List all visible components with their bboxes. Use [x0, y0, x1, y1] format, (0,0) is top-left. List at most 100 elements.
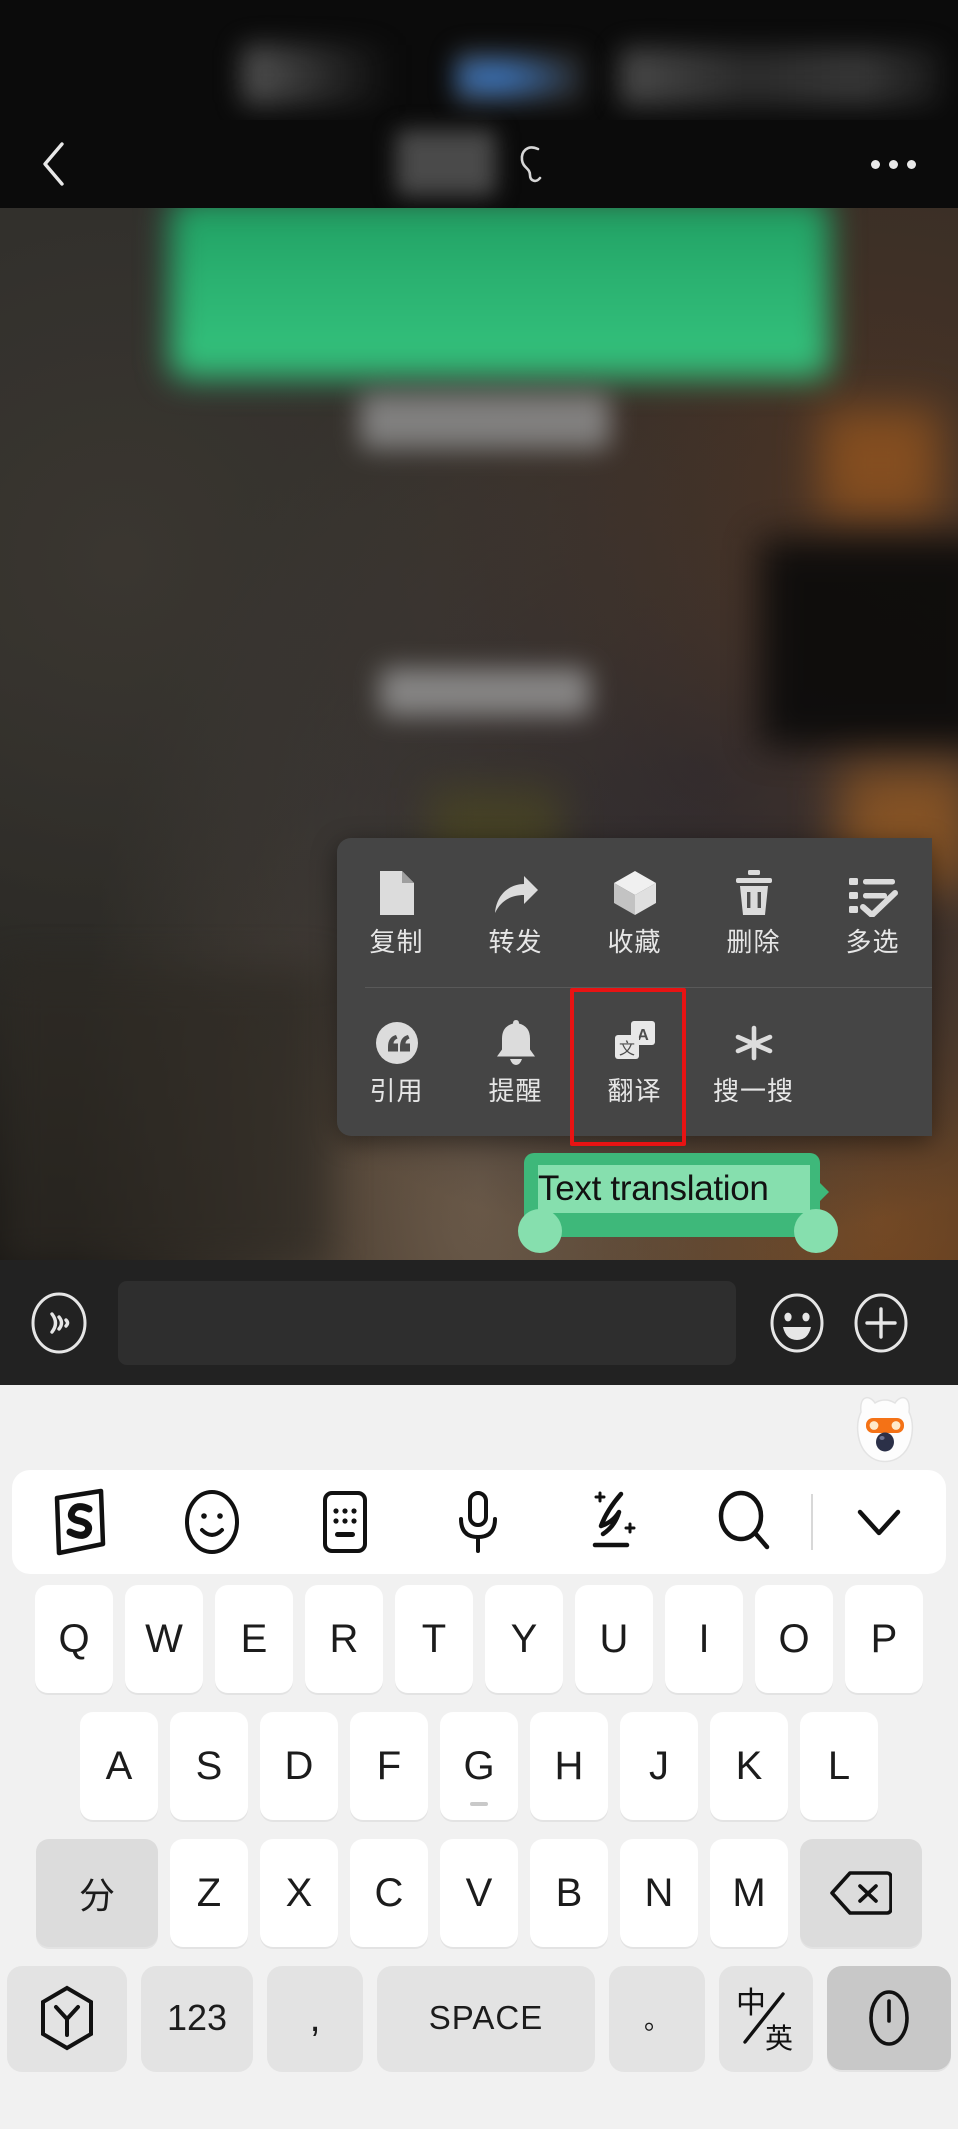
key-v[interactable]: V [440, 1839, 518, 1947]
bell-icon [494, 1018, 538, 1066]
smiley-icon[interactable] [762, 1288, 832, 1358]
key-s[interactable]: S [170, 1712, 248, 1820]
selection-handle-end[interactable] [794, 1209, 838, 1253]
key-m[interactable]: M [710, 1839, 788, 1947]
selected-message-bubble[interactable]: Text translation [518, 1153, 838, 1253]
background-blur-decor [760, 538, 958, 748]
context-menu-item-label: 翻译 [607, 1077, 662, 1107]
context-menu-item-multiselect[interactable]: 多选 [813, 847, 932, 979]
keyboard-row-2: A S D F G H J K L [0, 1712, 958, 1820]
navigation-bar [0, 120, 958, 208]
context-menu-item-label: 删除 [726, 928, 781, 958]
context-menu-item-label: 转发 [488, 928, 543, 958]
key-comma[interactable]: , [267, 1966, 363, 2070]
key-f[interactable]: F [350, 1712, 428, 1820]
context-menu-item-favorite[interactable]: 收藏 [575, 847, 694, 979]
selection-handle-start[interactable] [518, 1209, 562, 1253]
key-i[interactable]: I [665, 1585, 743, 1693]
key-label: G [463, 1743, 495, 1788]
context-menu-item-forward[interactable]: 转发 [456, 847, 575, 979]
key-space[interactable]: SPACE [377, 1966, 595, 2070]
key-hint-indicator [470, 1802, 488, 1806]
key-d[interactable]: D [260, 1712, 338, 1820]
multi-select-icon [848, 869, 898, 917]
key-x[interactable]: X [260, 1839, 338, 1947]
key-period[interactable]: 。 [609, 1966, 705, 2070]
context-menu-item-label: 提醒 [488, 1077, 543, 1107]
background-blur-decor [820, 408, 940, 518]
chevron-left-icon [41, 141, 67, 187]
handwriting-pen-icon[interactable] [545, 1470, 678, 1574]
backspace-icon [830, 1870, 892, 1916]
screen-root: 复制 转发 收藏 删除 多选 引用 提醒 A 文 翻译 搜一搜 Text tra… [0, 0, 958, 2129]
key-u[interactable]: U [575, 1585, 653, 1693]
context-menu-item-search[interactable]: 搜一搜 [694, 996, 813, 1128]
voice-wave-icon[interactable] [22, 1286, 96, 1360]
translate-icon: A 文 [609, 1018, 661, 1066]
microphone-icon[interactable] [411, 1470, 544, 1574]
context-menu-item-delete[interactable]: 删除 [694, 847, 813, 979]
key-language-toggle[interactable]: 中 英 [719, 1966, 813, 2070]
key-e[interactable]: E [215, 1585, 293, 1693]
key-o[interactable]: O [755, 1585, 833, 1693]
emoji-face-icon[interactable] [145, 1470, 278, 1574]
key-c[interactable]: C [350, 1839, 428, 1947]
chevron-down-icon[interactable] [813, 1470, 946, 1574]
key-sogou-panel[interactable] [7, 1966, 127, 2070]
search-sparkle-icon [729, 1018, 779, 1066]
context-menu-item-translate[interactable]: A 文 翻译 [570, 987, 694, 1146]
keyboard-row-1: Q W E R T Y U I O P [0, 1585, 958, 1693]
key-shift-fen[interactable]: 分 [36, 1839, 158, 1947]
chat-input-bar [0, 1260, 958, 1385]
key-t[interactable]: T [395, 1585, 473, 1693]
keypad-icon[interactable] [278, 1470, 411, 1574]
context-menu-item-label: 复制 [369, 928, 424, 958]
context-menu-item-remind[interactable]: 提醒 [456, 996, 575, 1128]
key-z[interactable]: Z [170, 1839, 248, 1947]
key-w[interactable]: W [125, 1585, 203, 1693]
message-text: Text translation [538, 1165, 810, 1213]
sogou-keyboard: Q W E R T Y U I O P A S D F G H J K L 分 … [0, 1385, 958, 2129]
key-g[interactable]: G [440, 1712, 518, 1820]
bubble-tail [818, 1181, 829, 1203]
key-r[interactable]: R [305, 1585, 383, 1693]
key-b[interactable]: B [530, 1839, 608, 1947]
forward-arrow-icon [491, 869, 541, 917]
keyboard-row-3: 分 Z X C V B N M [0, 1839, 958, 1947]
key-n[interactable]: N [620, 1839, 698, 1947]
key-h[interactable]: H [530, 1712, 608, 1820]
context-menu-item-quote[interactable]: 引用 [337, 996, 456, 1128]
key-numbers[interactable]: 123 [141, 1966, 253, 2070]
key-l[interactable]: L [800, 1712, 878, 1820]
svg-text:A: A [637, 1027, 649, 1044]
key-k[interactable]: K [710, 1712, 788, 1820]
search-icon[interactable] [678, 1470, 811, 1574]
status-bar [0, 0, 958, 120]
keyboard-keys: Q W E R T Y U I O P A S D F G H J K L 分 … [0, 1585, 958, 2089]
back-button[interactable] [26, 136, 82, 192]
key-y[interactable]: Y [485, 1585, 563, 1693]
svg-text:英: 英 [765, 2022, 793, 2055]
context-menu-row-1: 复制 转发 收藏 删除 多选 [337, 838, 932, 988]
favorite-box-icon [611, 869, 659, 917]
key-a[interactable]: A [80, 1712, 158, 1820]
context-menu-item-copy[interactable]: 复制 [337, 847, 456, 979]
context-menu-item-label: 搜一搜 [712, 1077, 794, 1107]
status-bar-redacted-badge [455, 50, 585, 105]
key-j[interactable]: J [620, 1712, 698, 1820]
message-input-field[interactable] [118, 1280, 736, 1365]
more-options-button[interactable] [856, 142, 930, 186]
key-enter[interactable] [827, 1966, 951, 2070]
plus-circle-icon[interactable] [846, 1288, 916, 1358]
sogou-hexagon-icon [38, 1985, 96, 2051]
sogou-s-logo-icon[interactable] [12, 1470, 145, 1574]
key-q[interactable]: Q [35, 1585, 113, 1693]
svg-text:中: 中 [736, 1986, 766, 2021]
message-context-menu[interactable]: 复制 转发 收藏 删除 多选 引用 提醒 A 文 翻译 搜一搜 [337, 838, 932, 1146]
sogou-fox-mascot-icon[interactable] [851, 1390, 919, 1464]
context-menu-row-2: 引用 提醒 A 文 翻译 搜一搜 [337, 987, 932, 1146]
ear-icon[interactable] [512, 138, 552, 190]
timestamp-pill-redacted [380, 668, 590, 716]
key-backspace[interactable] [800, 1839, 922, 1947]
key-p[interactable]: P [845, 1585, 923, 1693]
